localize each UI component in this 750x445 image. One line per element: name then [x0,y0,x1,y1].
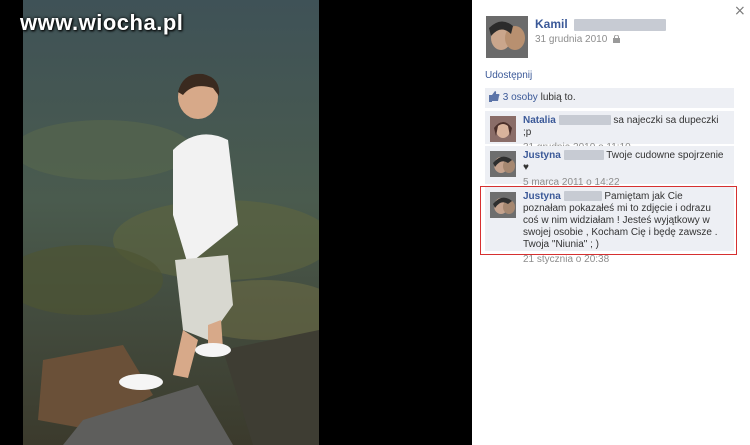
likes-count-link[interactable]: 3 osoby [503,92,538,103]
comment-date: 21 stycznia o 20:38 [523,254,610,265]
comment-avatar-photo [490,116,516,142]
post-author[interactable]: Kamil [535,17,667,31]
share-link[interactable]: Udostępnij [485,70,532,81]
photo-stage: www.wiocha.pl [0,0,472,445]
highlight-frame [480,186,737,255]
redacted-surname [563,150,604,161]
comment-author[interactable]: Natalia [523,115,556,126]
comment-avatar-photo [490,151,516,177]
comment-avatar[interactable] [490,151,516,177]
likes-suffix: lubią to. [537,92,576,103]
redacted-surname [574,18,667,31]
post-date: 31 grudnia 2010 [535,34,621,45]
photo-image [23,0,319,445]
thumbs-up-icon [489,91,500,102]
post-sidebar: × Kamil 31 grudnia 2010 Udostępnij 3 oso… [472,0,750,445]
site-watermark: www.wiocha.pl [20,10,184,35]
redacted-surname [558,115,611,126]
avatar-photo [486,16,528,58]
post-photo [23,0,319,445]
comment-item: Natalia sa najeczki sa dupeczki ;p 31 gr… [485,111,734,153]
close-icon[interactable]: × [734,3,746,19]
comment-avatar[interactable] [490,116,516,142]
avatar[interactable] [486,16,528,58]
comment-body: Justyna Twoje cudowne spojrzenie ♥ 5 mar… [523,150,728,189]
likes-bar: 3 osoby lubią to. [485,88,734,108]
comment-item: Justyna Twoje cudowne spojrzenie ♥ 5 mar… [485,146,734,188]
comment-author[interactable]: Justyna [523,150,561,161]
privacy-icon[interactable] [613,35,621,43]
post-date-text: 31 grudnia 2010 [535,34,608,45]
post-author-name[interactable]: Kamil [535,17,568,31]
